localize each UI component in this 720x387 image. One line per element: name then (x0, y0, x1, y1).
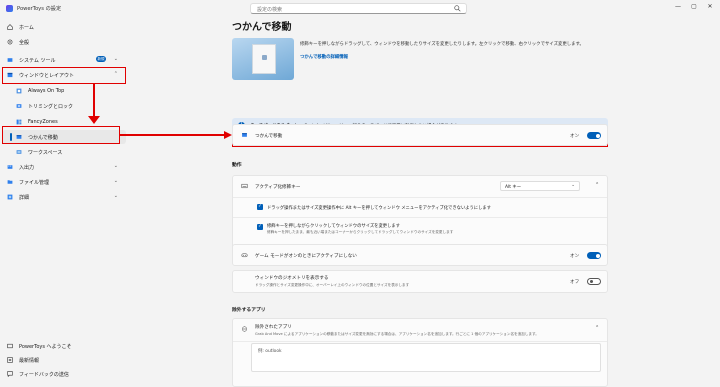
option1-checkbox[interactable]: ✓ (257, 204, 263, 210)
app-title: PowerToys の設定 (17, 6, 62, 12)
sidebar-item-label: ワークスペース (28, 149, 63, 156)
geometry-state: オフ (570, 280, 580, 285)
game-mode-toggle[interactable] (587, 252, 601, 259)
fancyzones-icon (16, 119, 22, 125)
minimize-button[interactable]: — (672, 3, 684, 10)
sidebar-item-workspaces[interactable]: ワークスペース (2, 145, 126, 159)
geometry-label: ウィンドウのジオメトリを表示する (255, 276, 329, 281)
enable-state: オン (570, 134, 580, 139)
sidebar-item-general[interactable]: 全般 (2, 35, 126, 49)
tools-icon (7, 58, 13, 62)
chevron-down-icon: ⌄ (113, 56, 118, 62)
excluded-apps-textarea[interactable]: 例: outlook (251, 343, 601, 372)
folder-icon (7, 180, 13, 184)
sidebar-item-label: ファイル管理 (19, 179, 50, 186)
block-icon (241, 326, 248, 332)
chevron-down-icon: ⌄ (113, 178, 118, 184)
welcome-icon (7, 343, 13, 349)
chevron-down-icon: ⌄ (113, 163, 118, 169)
annotation-box-windows-layouts (2, 67, 126, 84)
sidebar-item-label: ホーム (19, 24, 34, 31)
sidebar-item-feedback[interactable]: フィードバックの送信 (2, 367, 126, 381)
advanced-icon (7, 194, 13, 200)
feedback-icon (7, 371, 13, 377)
sidebar-item-label: FancyZones (28, 119, 58, 125)
sidebar-item-label: 入出力 (19, 164, 35, 171)
annotation-arrowhead-down (88, 116, 100, 124)
geometry-card: ウィンドウのジオメトリを表示する ドラッグ操作とサイズ変更操作中に、オーバーレイ… (232, 270, 608, 293)
gamepad-icon (241, 253, 248, 258)
powertoys-logo-icon (6, 5, 13, 12)
search-icon[interactable] (454, 5, 461, 12)
sidebar-item-label: 全般 (19, 39, 30, 46)
activation-value: Alt キー (505, 185, 522, 190)
sidebar-item-advanced[interactable]: 詳細 ⌄ (2, 190, 126, 204)
title-bar: PowerToys の設定 設定の検索 — ▢ ✕ (0, 0, 720, 18)
game-mode-label: ゲーム モードがオンのときにアクティブにしない (255, 254, 357, 259)
sidebar-item-file-management[interactable]: ファイル管理 ⌄ (2, 175, 126, 189)
search-placeholder: 設定の検索 (257, 7, 283, 13)
geometry-sub: ドラッグ操作とサイズ変更操作中に、オーバーレイ上のウィンドウの位置とサイズを表示… (255, 283, 410, 287)
sidebar-item-label: PowerToys へようこそ (19, 343, 72, 350)
game-mode-state: オン (570, 254, 580, 259)
behavior-header: 動作 (232, 163, 242, 168)
divider (233, 341, 607, 342)
excluded-header: 除外するアプリ (232, 308, 266, 313)
main-content: つかんで移動 修飾キーを押しながらドラッグして、ウィンドウを移動したりサイズを変… (130, 18, 720, 387)
sidebar-item-input-output[interactable]: 入出力 ⌄ (2, 160, 126, 174)
crop-lock-icon (16, 104, 22, 108)
excluded-apps-entry: 例: outlook (258, 349, 282, 354)
option2-checkbox[interactable]: ✓ (257, 224, 263, 230)
excluded-sub: Grab And Move によるアプリケーションの移動またはサイズ変更を無効に… (255, 332, 539, 336)
learn-more-link[interactable]: つかんで移動の詳細情報 (300, 54, 348, 60)
chevron-up-icon[interactable]: ⌃ (595, 182, 599, 188)
sidebar-item-label: 詳細 (19, 194, 30, 201)
annotation-connector (93, 84, 95, 117)
grab-move-icon (242, 133, 247, 137)
sidebar-item-crop-lock[interactable]: トリミングとロック (2, 99, 126, 113)
input-output-icon (7, 165, 13, 169)
pin-icon (16, 88, 22, 94)
workspaces-icon (16, 150, 22, 154)
page-title: つかんで移動 (232, 22, 292, 33)
home-icon (7, 24, 13, 30)
new-badge: 新規 (96, 56, 106, 62)
page-description: 修飾キーを押しながらドラッグして、ウィンドウを移動したりサイズを変更したりします… (300, 42, 584, 47)
gear-icon (7, 39, 13, 45)
excluded-label: 除外されたアプリ (255, 325, 292, 330)
search-input[interactable]: 設定の検索 (250, 3, 467, 14)
chevron-down-icon: ⌄ (113, 193, 118, 199)
sidebar-item-label: 最新情報 (19, 357, 40, 364)
game-mode-card: ゲーム モードがオンのときにアクティブにしない オン (232, 244, 608, 266)
sidebar-item-label: Always On Top (28, 88, 65, 94)
sidebar-item-always-on-top[interactable]: Always On Top (2, 84, 126, 98)
option2-sub: 修飾キーを押したまま、最も近い端またはコーナーからクリックしてドラッグしてウィン… (267, 230, 454, 234)
keyboard-icon (241, 183, 248, 189)
sidebar-item-whats-new[interactable]: 最新情報 (2, 353, 126, 367)
geometry-toggle[interactable] (587, 278, 601, 285)
sidebar-item-system-tools[interactable]: システム ツール 新規 ⌄ (2, 53, 126, 67)
divider (233, 217, 607, 218)
enable-label: つかんで移動 (255, 134, 283, 139)
enable-toggle[interactable] (587, 132, 601, 139)
sidebar-item-label: トリミングとロック (28, 103, 74, 110)
divider (233, 197, 607, 198)
hero-window-illustration (252, 44, 276, 74)
chevron-up-icon[interactable]: ⌃ (595, 325, 599, 331)
annotation-box-grab-and-move (2, 126, 120, 144)
chevron-down-icon: ⌄ (571, 183, 575, 188)
activation-select[interactable]: Alt キー ⌄ (500, 181, 580, 191)
option2-label: 修飾キーを押しながらクリックしてウィンドウのサイズを変更します (267, 224, 400, 229)
close-button[interactable]: ✕ (704, 3, 716, 10)
news-icon (7, 357, 13, 363)
sidebar-item-label: システム ツール (19, 57, 56, 64)
maximize-button[interactable]: ▢ (688, 3, 700, 10)
sidebar-item-label: フィードバックの送信 (19, 371, 69, 378)
hero-image (232, 38, 294, 80)
option1-label: ドラッグ操作またはサイズ変更操作中に Alt キーを押してウィンドウ メニューを… (267, 206, 491, 211)
activation-label: アクティブ化修飾キー (255, 185, 301, 190)
sidebar-item-home[interactable]: ホーム (2, 20, 126, 34)
enable-card: つかんで移動 オン (232, 124, 608, 146)
sidebar-item-welcome[interactable]: PowerToys へようこそ (2, 339, 126, 353)
